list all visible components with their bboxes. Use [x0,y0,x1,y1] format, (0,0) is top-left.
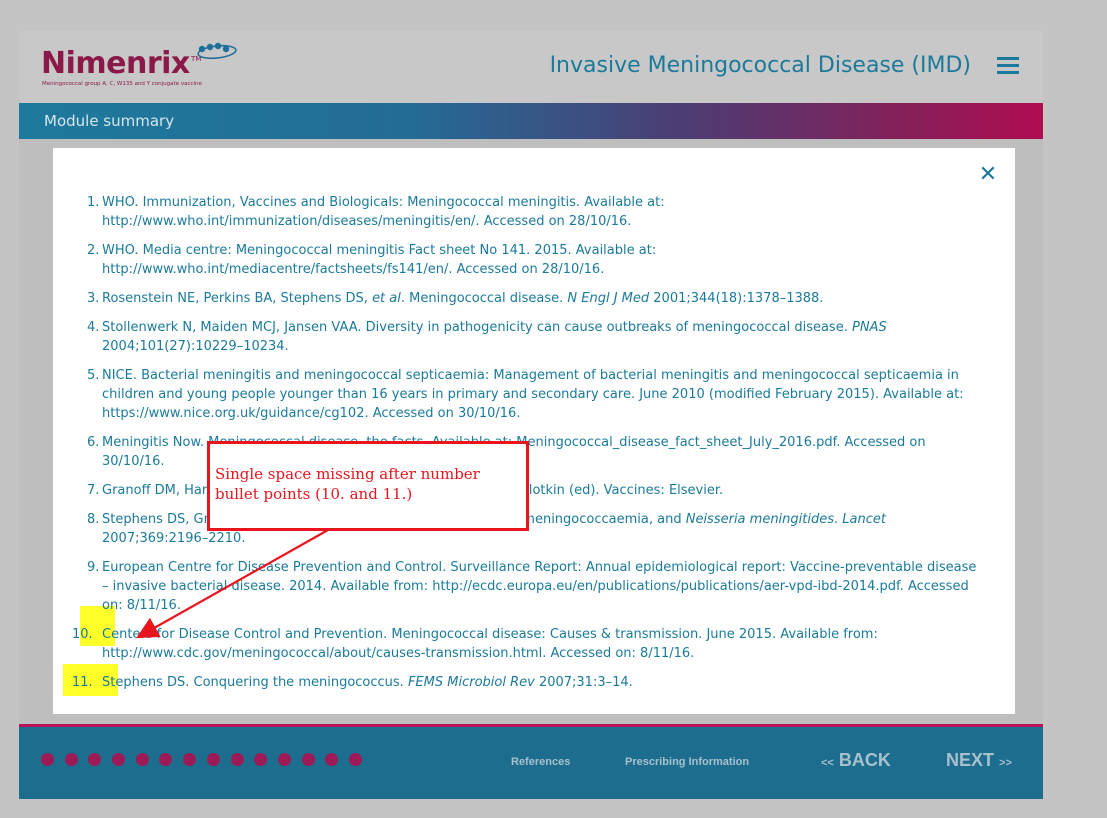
progress-dot[interactable] [230,753,244,766]
reference-text: WHO. Immunization, Vaccines and Biologic… [102,195,665,229]
reference-text: Stollenwerk N, Maiden MCJ, Jansen VAA. D… [102,320,887,354]
progress-dot[interactable] [254,753,268,766]
page-title: Invasive Meningococcal Disease (IMD) [549,53,971,78]
progress-dot[interactable] [41,753,54,766]
reference-text: Rosenstein NE, Perkins BA, Stephens DS, … [102,291,824,306]
references-modal: ✕ 1. WHO. Immunization, Vaccines and Bio… [53,148,1015,714]
progress-dot[interactable] [135,753,149,766]
progress-dot[interactable] [206,753,220,766]
progress-dot[interactable] [159,753,173,766]
reference-text: European Centre for Disease Prevention a… [102,560,977,613]
app-window: Nimenrix TM Meningococcal group A, C, W1… [19,31,1043,799]
reference-text: Centers for Disease Control and Preventi… [102,627,878,661]
prescribing-information-link[interactable]: Prescribing Information [625,756,749,768]
logo-meningococcus-icon [197,42,237,60]
progress-dot[interactable] [64,753,78,766]
progress-dot[interactable] [277,753,291,766]
progress-dot[interactable] [325,753,339,766]
progress-dot[interactable] [301,753,315,766]
reference-item: 4. Stollenwerk N, Maiden MCJ, Jansen VAA… [87,320,887,354]
reference-item: 11. Stephens DS. Conquering the meningoc… [72,675,633,690]
reference-item: 10. Centers for Disease Control and Prev… [72,627,878,661]
reference-text: WHO. Media centre: Meningococcal meningi… [102,243,657,277]
progress-dot[interactable] [183,753,197,766]
reference-item: 2. WHO. Media centre: Meningococcal meni… [87,243,657,277]
progress-dots [41,753,362,766]
annotation-callout: Single space missing after number bullet… [207,441,529,531]
logo-wordmark: Nimenrix [41,46,190,81]
next-button[interactable]: NEXT >> [946,750,1012,771]
nimenrix-logo: Nimenrix TM Meningococcal group A, C, W1… [41,41,241,93]
module-summary-label: Module summary [44,112,175,130]
close-icon[interactable]: ✕ [978,164,998,186]
annotation-text: Single space missing after number bullet… [215,465,480,503]
reference-item: 9. European Centre for Disease Preventio… [87,560,977,613]
reference-item: 5. NICE. Bacterial meningitis and mening… [87,368,964,421]
progress-dot[interactable] [348,753,362,766]
top-bar: Nimenrix TM Meningococcal group A, C, W1… [19,31,1043,103]
references-link[interactable]: References [511,756,570,768]
footer-nav: References Prescribing Information << BA… [19,724,1043,799]
reference-item: 1. WHO. Immunization, Vaccines and Biolo… [87,195,665,229]
progress-dot[interactable] [88,753,102,766]
progress-dot[interactable] [112,753,126,766]
reference-item: 3. Rosenstein NE, Perkins BA, Stephens D… [87,291,824,306]
reference-text: NICE. Bacterial meningitis and meningoco… [102,368,964,421]
reference-text: Stephens DS. Conquering the meningococcu… [102,675,633,690]
back-button[interactable]: << BACK [821,750,891,771]
module-subheader: Module summary [19,103,1043,139]
logo-tagline: Meningococcal group A, C, W135 and Y con… [42,81,202,87]
hamburger-menu-icon[interactable] [997,57,1019,77]
